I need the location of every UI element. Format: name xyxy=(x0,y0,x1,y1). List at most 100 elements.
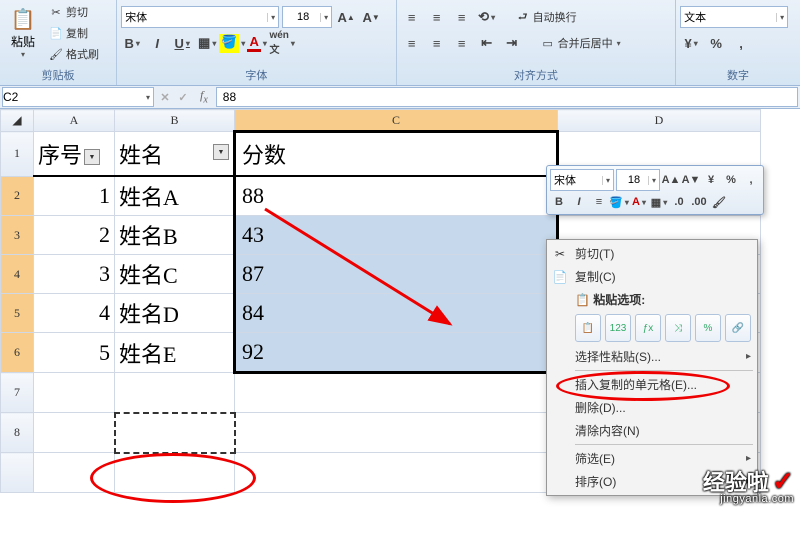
ctx-filter[interactable]: 筛选(E) xyxy=(547,447,757,470)
number-format-combo[interactable]: 文本 ▾ xyxy=(680,6,788,28)
mini-inc-decimal[interactable]: .00 xyxy=(690,193,708,211)
col-header-d[interactable]: D xyxy=(558,110,761,132)
cell-c2[interactable]: 88 xyxy=(235,176,558,216)
cell-a9[interactable] xyxy=(34,453,115,493)
align-middle-button[interactable]: ≡ xyxy=(426,6,448,28)
cell-b4[interactable]: 姓名C xyxy=(115,255,235,294)
increase-font-button[interactable]: A▲ xyxy=(335,6,357,28)
cell-a7[interactable] xyxy=(34,373,115,413)
comma-format-button[interactable]: , xyxy=(730,32,752,54)
paste-opt-formulas[interactable]: ƒx xyxy=(635,314,661,342)
cell-a4[interactable]: 3 xyxy=(34,255,115,294)
row-header-3[interactable]: 3 xyxy=(1,216,34,255)
paste-opt-percent[interactable]: % xyxy=(695,314,721,342)
mini-align[interactable]: ≡ xyxy=(590,193,608,211)
ctx-sort[interactable]: 排序(O) xyxy=(547,470,757,493)
cell-c1[interactable]: 分数 xyxy=(235,132,558,177)
cell-c4[interactable]: 87 xyxy=(235,255,558,294)
format-painter-button[interactable]: 🖌 格式刷 xyxy=(45,44,102,64)
name-box[interactable]: C2 ▾ xyxy=(2,87,154,107)
paste-opt-values[interactable]: 123 xyxy=(605,314,631,342)
filter-dropdown-b[interactable]: ▼ xyxy=(213,144,229,160)
mini-italic[interactable]: I xyxy=(570,193,588,211)
wrap-text-button[interactable]: ⮐ 自动换行 xyxy=(512,7,580,27)
font-size-combo[interactable]: 18 ▾ xyxy=(282,6,332,28)
cancel-formula-button[interactable]: ✕ xyxy=(156,88,174,106)
row-header-4[interactable]: 4 xyxy=(1,255,34,294)
mini-format-painter[interactable]: 🖌 xyxy=(710,193,728,211)
col-header-b[interactable]: B xyxy=(115,110,235,132)
align-top-button[interactable]: ≡ xyxy=(401,6,423,28)
increase-indent-button[interactable]: ⇥ xyxy=(501,32,523,54)
ctx-copy[interactable]: 📄 复制(C) xyxy=(547,265,757,288)
fx-icon[interactable]: fx xyxy=(192,88,216,105)
ctx-delete[interactable]: 删除(D)... xyxy=(547,396,757,419)
copy-button[interactable]: 📄 复制 xyxy=(45,23,102,43)
cell-c8[interactable] xyxy=(235,413,558,453)
accept-formula-button[interactable]: ✓ xyxy=(174,88,192,106)
col-header-a[interactable]: A xyxy=(34,110,115,132)
align-right-button[interactable]: ≡ xyxy=(451,32,473,54)
underline-button[interactable]: U xyxy=(171,32,193,54)
row-header-5[interactable]: 5 xyxy=(1,294,34,333)
align-left-button[interactable]: ≡ xyxy=(401,32,423,54)
row-header-1[interactable]: 1 xyxy=(1,132,34,177)
cell-b3[interactable]: 姓名B xyxy=(115,216,235,255)
cell-a5[interactable]: 4 xyxy=(34,294,115,333)
font-name-combo[interactable]: 宋体 ▾ xyxy=(121,6,279,28)
row-header-2[interactable]: 2 xyxy=(1,176,34,216)
orientation-button[interactable]: ⟲ xyxy=(476,6,498,28)
italic-button[interactable]: I xyxy=(146,32,168,54)
merge-center-button[interactable]: ▭ 合并后居中 xyxy=(537,33,624,53)
cell-b5[interactable]: 姓名D xyxy=(115,294,235,333)
cell-c3[interactable]: 43 xyxy=(235,216,558,255)
align-center-button[interactable]: ≡ xyxy=(426,32,448,54)
cell-c5[interactable]: 84 xyxy=(235,294,558,333)
fill-color-button[interactable]: 🪣 xyxy=(221,32,243,54)
col-header-c[interactable]: C xyxy=(235,110,558,132)
ctx-cut[interactable]: ✂ 剪切(T) xyxy=(547,242,757,265)
mini-font-color[interactable]: A xyxy=(630,193,648,211)
row-header-7[interactable]: 7 xyxy=(1,373,34,413)
ctx-insert-copied[interactable]: 插入复制的单元格(E)... xyxy=(547,373,757,396)
paste-opt-all[interactable]: 📋 xyxy=(575,314,601,342)
mini-grow-font[interactable]: A▲ xyxy=(662,171,680,189)
paste-opt-link[interactable]: 🔗 xyxy=(725,314,751,342)
cell-c6[interactable]: 92 xyxy=(235,333,558,373)
formula-input[interactable]: 88 xyxy=(216,87,798,107)
cell-b8-copied[interactable] xyxy=(115,413,235,453)
row-header-6[interactable]: 6 xyxy=(1,333,34,373)
align-bottom-button[interactable]: ≡ xyxy=(451,6,473,28)
cell-b6[interactable]: 姓名E xyxy=(115,333,235,373)
cell-a1[interactable]: 序号▼ xyxy=(34,132,115,177)
paste-opt-transpose[interactable]: ⤨ xyxy=(665,314,691,342)
cell-b1[interactable]: 姓名▼ xyxy=(115,132,235,177)
paste-button[interactable]: 📋 粘贴 ▾ xyxy=(4,2,42,62)
border-button[interactable]: ▦ xyxy=(196,32,218,54)
cut-button[interactable]: ✂ 剪切 xyxy=(45,2,102,22)
accounting-format-button[interactable]: ¥ xyxy=(680,32,702,54)
percent-format-button[interactable]: % xyxy=(705,32,727,54)
mini-accounting[interactable]: ¥ xyxy=(702,171,720,189)
mini-fill[interactable]: 🪣 xyxy=(610,193,628,211)
select-all-corner[interactable]: ◢ xyxy=(1,110,34,132)
font-color-button[interactable]: A xyxy=(246,32,268,54)
cell-a2[interactable]: 1 xyxy=(34,176,115,216)
cell-b2[interactable]: 姓名A xyxy=(115,176,235,216)
cell-b7[interactable] xyxy=(115,373,235,413)
decrease-font-button[interactable]: A▼ xyxy=(360,6,382,28)
spreadsheet-grid[interactable]: ◢ A B C D 1 序号▼ 姓名▼ 分数 2 1 姓名A 88 xyxy=(0,109,800,533)
ctx-paste-special[interactable]: 选择性粘贴(S)... xyxy=(547,345,757,368)
filter-dropdown-a[interactable]: ▼ xyxy=(84,149,100,165)
cell-a6[interactable]: 5 xyxy=(34,333,115,373)
cell-b9[interactable] xyxy=(115,453,235,493)
cell-c9[interactable] xyxy=(235,453,558,493)
decrease-indent-button[interactable]: ⇤ xyxy=(476,32,498,54)
cell-a3[interactable]: 2 xyxy=(34,216,115,255)
mini-shrink-font[interactable]: A▼ xyxy=(682,171,700,189)
row-header-8[interactable]: 8 xyxy=(1,413,34,453)
mini-comma[interactable]: , xyxy=(742,171,760,189)
bold-button[interactable]: B xyxy=(121,32,143,54)
phonetic-button[interactable]: wén文 xyxy=(271,32,293,54)
cell-a8[interactable] xyxy=(34,413,115,453)
